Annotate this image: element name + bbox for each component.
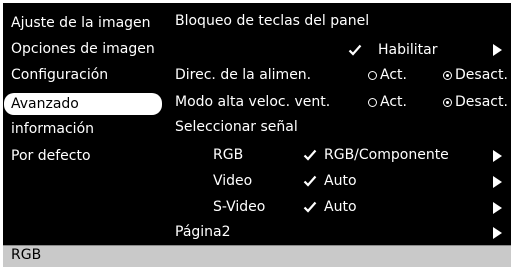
signal-video-arrow-icon[interactable] <box>493 176 502 188</box>
power-direct-on-label: Act. <box>380 67 407 83</box>
power-direct-on-radio[interactable] <box>368 71 377 80</box>
checkmark-icon <box>303 175 317 187</box>
menu-item-avanzado[interactable]: Avanzado <box>4 93 162 115</box>
signal-video-value[interactable]: Auto <box>324 171 357 191</box>
checkmark-icon <box>303 201 317 213</box>
fan-mode-on-radio[interactable] <box>368 98 377 107</box>
checkmark-icon <box>303 149 317 161</box>
menu-item-por-defecto[interactable]: Por defecto <box>11 145 91 167</box>
menu-item-configuracion[interactable]: Configuración <box>11 64 108 86</box>
page2-label[interactable]: Página2 <box>175 222 231 242</box>
signal-svideo-name: S-Video <box>213 199 266 215</box>
menu-divider <box>167 3 168 245</box>
fan-mode-off-label: Desact. <box>455 94 508 110</box>
projector-osd: Ajuste de la imagen Opciones de imagen C… <box>0 0 514 268</box>
status-bar: RGB <box>3 245 511 267</box>
menu-item-opciones-imagen[interactable]: Opciones de imagen <box>11 38 155 60</box>
fan-mode-label: Modo alta veloc. vent. <box>175 94 331 110</box>
panel-lock-option[interactable]: Habilitar <box>378 40 438 60</box>
power-direct-label: Direc. de la alimen. <box>175 67 312 83</box>
signal-rgb-name: RGB <box>213 147 244 163</box>
checkmark-icon <box>348 44 362 56</box>
signal-rgb-arrow-icon[interactable] <box>493 150 502 162</box>
menu-item-informacion[interactable]: información <box>11 118 94 140</box>
power-direct-off-radio[interactable] <box>443 71 452 80</box>
menu-item-ajuste-imagen[interactable]: Ajuste de la imagen <box>11 12 151 34</box>
signal-svideo-value[interactable]: Auto <box>324 197 357 217</box>
signal-rgb-value[interactable]: RGB/Componente <box>324 145 449 165</box>
panel-lock-arrow-icon[interactable] <box>493 44 502 56</box>
power-direct-off-label: Desact. <box>455 67 508 83</box>
fan-mode-on-label: Act. <box>380 94 407 110</box>
signal-select-label: Seleccionar señal <box>175 119 298 135</box>
panel-lock-label: Bloqueo de teclas del panel <box>175 13 370 29</box>
signal-video-name: Video <box>213 173 253 189</box>
signal-svideo-arrow-icon[interactable] <box>493 202 502 214</box>
page2-arrow-icon[interactable] <box>493 227 502 239</box>
fan-mode-off-radio[interactable] <box>443 98 452 107</box>
status-text: RGB <box>11 247 42 263</box>
